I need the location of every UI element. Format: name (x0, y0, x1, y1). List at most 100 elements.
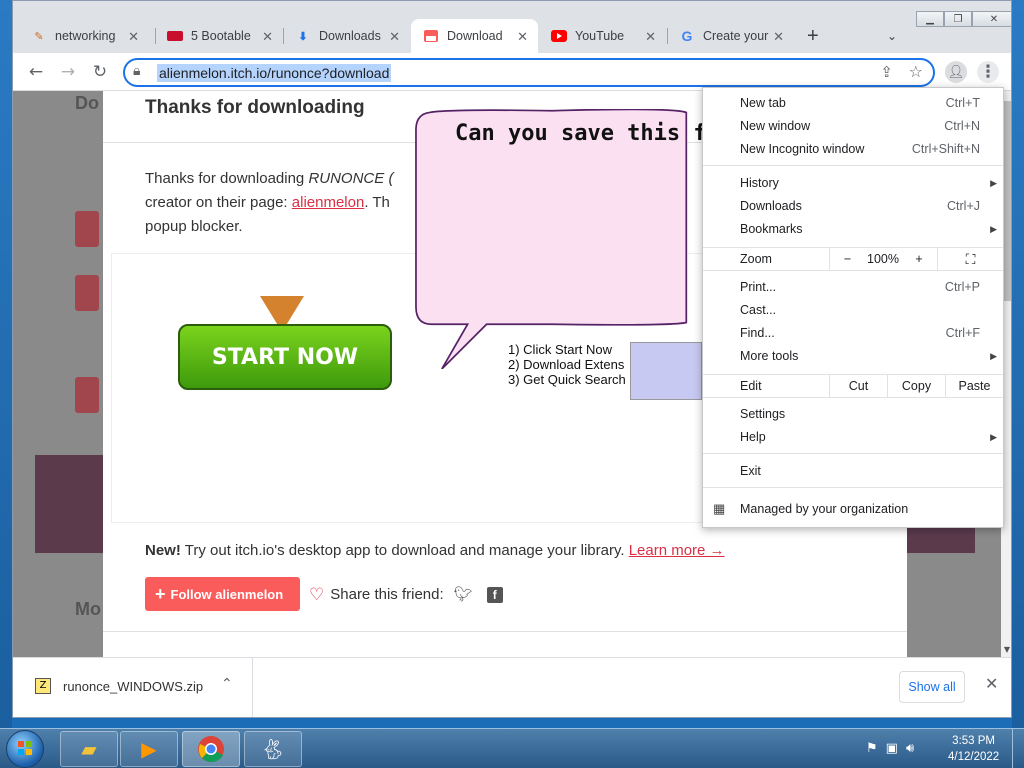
close-tab-icon[interactable]: ✕ (128, 29, 139, 45)
tab-downloads[interactable]: ⬇ Downloads ✕ (283, 19, 410, 53)
menu-shortcut: Ctrl+P (944, 280, 980, 294)
tab-create[interactable]: G Create your ✕ (667, 19, 794, 53)
show-all-button[interactable]: Show all (899, 671, 965, 703)
lock-icon: 🔒︎ (133, 63, 141, 79)
menu-zoom-row: Zoom − 100% + ⛶ (703, 247, 1003, 271)
reload-icon: ↻ (92, 62, 108, 82)
show-desktop-button[interactable] (1012, 729, 1024, 768)
url-text[interactable]: alienmelon.itch.io/runonce?download (157, 64, 392, 82)
speech-bubble-popup[interactable] (397, 109, 707, 369)
zoom-out-button[interactable]: − (829, 248, 865, 270)
arrow-right-icon: → (60, 62, 76, 82)
cut-button[interactable]: Cut (829, 375, 887, 397)
taskbar-chrome[interactable] (182, 731, 240, 767)
chrome-icon (198, 736, 224, 763)
paste-button[interactable]: Paste (945, 375, 1003, 397)
menu-print[interactable]: Print... Ctrl+P (703, 276, 1003, 298)
close-tab-icon[interactable]: ✕ (517, 29, 528, 45)
back-button[interactable]: ← (25, 61, 47, 83)
taskbar-runonce[interactable]: 🐇︎ (244, 731, 302, 767)
thanks-paragraph: Thanks for downloading RUNONCE ( creator… (145, 167, 393, 239)
fullscreen-button[interactable]: ⛶ (937, 248, 1003, 270)
minimize-button[interactable]: ▁ (916, 11, 944, 27)
star-icon[interactable]: ☆ (909, 62, 923, 81)
chrome-window: ✎ networking ✕ 5 Bootable ✕ ⬇ Downloads … (12, 0, 1012, 718)
popup-message: Can you save this fo (455, 121, 709, 146)
creator-link[interactable]: alienmelon (292, 194, 365, 211)
menu-bookmarks[interactable]: Bookmarks ▶ (703, 218, 1003, 240)
menu-shortcut: Ctrl+Shift+N (911, 142, 980, 156)
taskbar-explorer[interactable]: ▰ (60, 731, 118, 767)
follow-button[interactable]: + Follow alienmelon (145, 577, 300, 611)
text: . Th (364, 194, 390, 211)
menu-managed[interactable]: ▦ Managed by your organization (703, 498, 1003, 520)
menu-label: More tools (740, 349, 799, 363)
menu-label: New Incognito window (740, 142, 865, 156)
new-tab-button[interactable]: + (803, 19, 833, 53)
tab-download-runonce[interactable]: Download R ✕ (411, 19, 538, 53)
share-label: Share this friend: (330, 586, 444, 603)
bg-button (75, 377, 99, 413)
scroll-down-icon[interactable]: ▼ (1001, 645, 1011, 657)
tab-title: YouTube (575, 29, 625, 43)
share-icon[interactable]: ⇪ (880, 63, 893, 81)
desktop-left-edge (0, 0, 12, 728)
plus-icon: + (155, 583, 166, 604)
step-item: 3) Get Quick Search (508, 372, 626, 387)
chrome-menu-button[interactable]: ⋮ (977, 61, 999, 83)
menu-settings[interactable]: Settings (703, 403, 1003, 425)
download-item[interactable]: Z runonce_WINDOWS.zip ⌃ (13, 658, 253, 717)
menu-more-tools[interactable]: More tools ▶ (703, 345, 1003, 367)
tab-search-button[interactable]: ⌄ (883, 19, 903, 53)
caret-right-icon: ▶ (990, 224, 997, 234)
tab-title: networking (55, 29, 116, 43)
scrollbar-thumb[interactable] (1003, 101, 1011, 301)
menu-label: Downloads (740, 199, 802, 213)
close-tab-icon[interactable]: ✕ (645, 29, 656, 45)
copy-button[interactable]: Copy (887, 375, 945, 397)
close-window-button[interactable]: ✕ (972, 11, 1011, 27)
profile-button[interactable]: 👤︎ (945, 61, 967, 83)
close-tab-icon[interactable]: ✕ (389, 29, 400, 45)
close-shelf-icon[interactable]: ✕ (985, 674, 998, 693)
download-filename: runonce_WINDOWS.zip (63, 679, 204, 694)
maximize-button[interactable]: ❐ (944, 11, 972, 27)
tab-title: 5 Bootable (191, 29, 251, 43)
forward-button[interactable]: → (57, 61, 79, 83)
close-tab-icon[interactable]: ✕ (773, 29, 784, 45)
learn-more-link[interactable]: Learn more → (629, 542, 725, 559)
clock[interactable]: 3:53 PM 4/12/2022 (948, 733, 999, 765)
taskbar: ▰ ▶ 🐇︎ ⚑ ▣ 🔊︎ 3:53 PM 4/12/2022 (0, 728, 1024, 768)
network-icon[interactable]: ▣ (886, 741, 898, 756)
tab-youtube[interactable]: YouTube ✕ (539, 19, 666, 53)
facebook-icon[interactable]: f (486, 587, 503, 603)
reload-button[interactable]: ↻ (89, 61, 111, 83)
menu-cast[interactable]: Cast... (703, 299, 1003, 321)
taskbar-media-player[interactable]: ▶ (120, 731, 178, 767)
menu-new-incognito[interactable]: New Incognito window Ctrl+Shift+N (703, 138, 1003, 160)
tab-networking[interactable]: ✎ networking ✕ (19, 19, 149, 53)
zoom-in-button[interactable]: + (901, 248, 937, 270)
menu-downloads[interactable]: Downloads Ctrl+J (703, 195, 1003, 217)
close-tab-icon[interactable]: ✕ (262, 29, 273, 45)
person-icon: 👤︎ (947, 64, 965, 80)
menu-find[interactable]: Find... Ctrl+F (703, 322, 1003, 344)
fullscreen-icon: ⛶ (965, 251, 976, 267)
flag-icon[interactable]: ⚑ (866, 741, 878, 756)
start-now-button[interactable]: START NOW (178, 324, 392, 390)
zip-file-icon: Z (35, 678, 51, 694)
tab-bootable[interactable]: 5 Bootable ✕ (155, 19, 283, 53)
chevron-up-icon[interactable]: ⌃ (221, 676, 233, 692)
volume-icon[interactable]: 🔊︎ (906, 741, 914, 756)
address-bar[interactable]: 🔒︎ alienmelon.itch.io/runonce?download ⇪… (123, 58, 935, 87)
menu-new-window[interactable]: New window Ctrl+N (703, 115, 1003, 137)
menu-help[interactable]: Help ▶ (703, 426, 1003, 448)
menu-shortcut: Ctrl+F (945, 326, 980, 340)
start-button[interactable] (6, 730, 44, 768)
twitter-icon[interactable]: 🐦︎ (454, 583, 473, 607)
pen-icon: ✎ (34, 30, 44, 43)
menu-new-tab[interactable]: New tab Ctrl+T (703, 92, 1003, 114)
menu-exit[interactable]: Exit (703, 460, 1003, 482)
menu-label: History (740, 176, 779, 190)
menu-history[interactable]: History ▶ (703, 172, 1003, 194)
